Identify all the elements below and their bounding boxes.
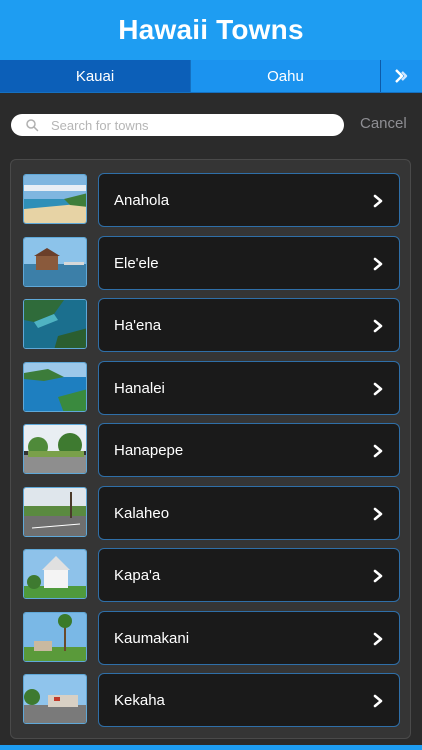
chevron-right-icon: [373, 569, 383, 583]
tab-label: Kauai: [75, 67, 115, 85]
tab-label: Oahu: [267, 67, 304, 85]
town-thumbnail: [23, 674, 87, 724]
list-item[interactable]: Kaumakani: [23, 611, 400, 665]
search-input[interactable]: [51, 114, 336, 136]
town-thumbnail: [23, 549, 87, 599]
town-name: Ha'ena: [114, 316, 162, 334]
cancel-button[interactable]: Cancel: [360, 115, 407, 132]
chevron-right-icon: [373, 632, 383, 646]
town-thumbnail: [23, 612, 87, 662]
list-item[interactable]: Hanalei: [23, 361, 400, 415]
town-thumbnail: [23, 174, 87, 224]
chevron-right-icon: [373, 382, 383, 396]
town-thumbnail: [23, 299, 87, 349]
town-cell[interactable]: Kekaha: [98, 673, 400, 727]
town-cell[interactable]: Ha'ena: [98, 298, 400, 352]
town-name: Hanalei: [114, 379, 165, 397]
town-thumbnail: [23, 487, 87, 537]
page-title: Hawaii Towns: [118, 14, 304, 45]
list-item[interactable]: Hanapepe: [23, 423, 400, 477]
search-bar: Cancel: [0, 93, 422, 155]
island-tab-bar: Kauai Oahu: [0, 60, 422, 93]
app-header: Hawaii Towns: [0, 0, 422, 60]
next-tabs-button[interactable]: [380, 60, 422, 92]
town-cell[interactable]: Kalaheo: [98, 486, 400, 540]
bottom-accent-bar: [0, 745, 422, 750]
town-cell[interactable]: Kaumakani: [98, 611, 400, 665]
town-name: Hanapepe: [114, 441, 184, 459]
towns-list: Anahola Ele'ele Ha'ena Hanalei Hanapepe …: [10, 159, 411, 739]
town-cell[interactable]: Ele'ele: [98, 236, 400, 290]
list-item[interactable]: Ha'ena: [23, 298, 400, 352]
tab-kauai[interactable]: Kauai: [0, 60, 190, 92]
search-icon: [26, 119, 39, 132]
town-cell[interactable]: Hanapepe: [98, 423, 400, 477]
list-item[interactable]: Kekaha: [23, 673, 400, 727]
town-name: Anahola: [114, 191, 170, 209]
town-cell[interactable]: Hanalei: [98, 361, 400, 415]
town-name: Kekaha: [114, 691, 165, 709]
tab-oahu[interactable]: Oahu: [190, 60, 380, 92]
double-chevron-right-icon: [394, 69, 407, 83]
chevron-right-icon: [373, 694, 383, 708]
town-name: Kapa'a: [114, 566, 161, 584]
town-thumbnail: [23, 424, 87, 474]
town-name: Kalaheo: [114, 504, 170, 522]
chevron-right-icon: [373, 319, 383, 333]
town-thumbnail: [23, 237, 87, 287]
town-thumbnail: [23, 362, 87, 412]
list-item[interactable]: Kapa'a: [23, 548, 400, 602]
town-cell[interactable]: Anahola: [98, 173, 400, 227]
town-name: Kaumakani: [114, 629, 190, 647]
chevron-right-icon: [373, 257, 383, 271]
town-cell[interactable]: Kapa'a: [98, 548, 400, 602]
list-item[interactable]: Anahola: [23, 173, 400, 227]
list-item[interactable]: Ele'ele: [23, 236, 400, 290]
chevron-right-icon: [373, 507, 383, 521]
chevron-right-icon: [373, 444, 383, 458]
list-item[interactable]: Kalaheo: [23, 486, 400, 540]
town-name: Ele'ele: [114, 254, 159, 272]
chevron-right-icon: [373, 194, 383, 208]
search-field[interactable]: [11, 114, 344, 136]
